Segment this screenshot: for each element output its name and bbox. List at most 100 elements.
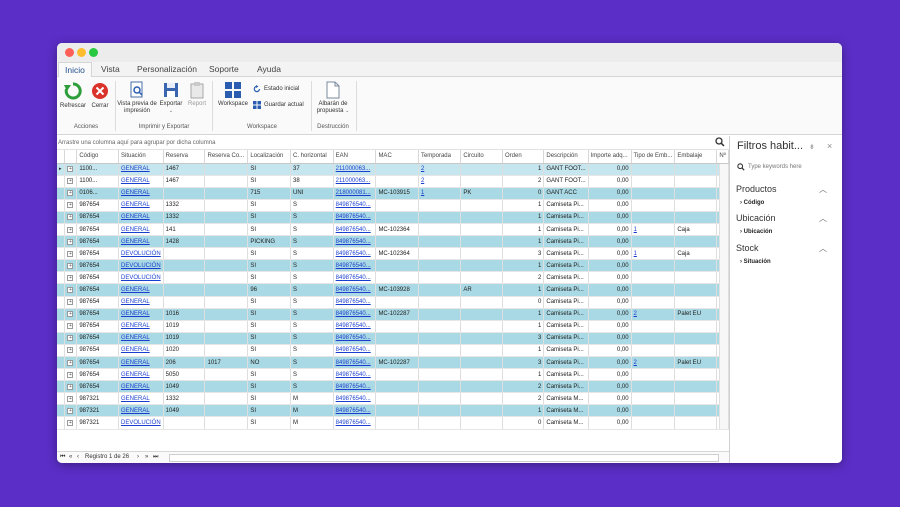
column-header[interactable]: Temporada: [418, 150, 462, 164]
table-cell[interactable]: 849876540...: [333, 416, 377, 430]
first-record-icon[interactable]: ⏮: [60, 454, 65, 461]
albaran-button[interactable]: Albarán de propuesta ⌄: [313, 81, 353, 115]
table-cell[interactable]: 2: [418, 175, 462, 188]
chevron-up-icon[interactable]: ︿: [819, 213, 827, 224]
expand-row-icon[interactable]: +: [67, 407, 74, 414]
chevron-up-icon[interactable]: ︿: [819, 184, 827, 195]
column-header[interactable]: Circuito: [460, 150, 503, 164]
column-header[interactable]: Código: [76, 150, 119, 164]
table-cell[interactable]: 2: [418, 163, 462, 176]
table-row[interactable]: +987654 GENERAL 1428 PICKING S 849876540... 1 C…: [57, 235, 729, 249]
table-cell[interactable]: GENERAL: [118, 187, 164, 200]
expand-row-icon[interactable]: +: [67, 238, 74, 245]
exportar-button[interactable]: Exportar ⌄: [157, 81, 185, 115]
table-cell[interactable]: 849876540...: [333, 223, 377, 237]
tab-inicio[interactable]: Inicio: [58, 62, 92, 78]
next-record-icon[interactable]: ›: [137, 454, 139, 460]
search-icon[interactable]: [715, 137, 725, 147]
table-cell[interactable]: GENERAL: [118, 344, 164, 358]
table-cell[interactable]: GENERAL: [118, 163, 164, 176]
table-cell[interactable]: GENERAL: [118, 320, 164, 333]
table-row[interactable]: +987654 GENERAL 1016 SI S 849876540... MC-1022…: [57, 308, 729, 321]
table-cell[interactable]: 849876540...: [333, 308, 377, 321]
chevron-up-icon[interactable]: ︿: [819, 243, 827, 254]
column-header[interactable]: Reserva Co...: [204, 150, 249, 164]
table-cell[interactable]: 218000081...: [333, 187, 377, 200]
vista-previa-button[interactable]: Vista previa de impresión: [117, 81, 157, 115]
close-icon[interactable]: ×: [827, 141, 832, 151]
report-button[interactable]: Report: [185, 81, 209, 108]
estado-inicial-button[interactable]: Estado inicial: [253, 85, 299, 93]
expand-row-icon[interactable]: +: [67, 335, 74, 342]
table-cell[interactable]: DEVOLUCIÓN: [118, 247, 164, 261]
table-row[interactable]: +987321 DEVOLUCIÓN SI M 849876540... 0 Camiset…: [57, 416, 729, 430]
tab-soporte[interactable]: Soporte: [209, 64, 239, 74]
table-row[interactable]: +987654 GENERAL 1332 SI S 849876540... 1 Camise…: [57, 211, 729, 224]
expand-row-icon[interactable]: +: [67, 262, 74, 269]
table-cell[interactable]: 849876540...: [333, 199, 377, 212]
column-header[interactable]: Situación: [118, 150, 164, 164]
table-row[interactable]: +987654 GENERAL 1049 SI S 849876540... 2 Camise…: [57, 380, 729, 394]
expand-row-icon[interactable]: +: [67, 250, 74, 257]
guardar-actual-button[interactable]: Guardar actual: [253, 101, 304, 109]
table-cell[interactable]: 849876540...: [333, 271, 377, 285]
table-row[interactable]: ▸ +1100... GENERAL 1467 SI 37 211000063... 2 1 GA…: [57, 163, 729, 176]
column-header[interactable]: EAN: [333, 150, 377, 164]
table-cell[interactable]: 849876540...: [333, 211, 377, 224]
table-cell[interactable]: 211000063...: [333, 175, 377, 188]
table-cell[interactable]: GENERAL: [118, 235, 164, 249]
column-header[interactable]: Localización: [247, 150, 291, 164]
expand-row-icon[interactable]: +: [67, 420, 74, 427]
table-cell[interactable]: GENERAL: [118, 392, 164, 406]
expand-row-icon[interactable]: +: [67, 323, 74, 330]
table-cell[interactable]: GENERAL: [118, 175, 164, 188]
table-cell[interactable]: 849876540...: [333, 332, 377, 345]
filter-item-situacion[interactable]: › Situación: [740, 259, 771, 265]
expand-row-icon[interactable]: +: [67, 274, 74, 281]
prev-page-icon[interactable]: «: [69, 454, 72, 460]
table-row[interactable]: +987654 GENERAL 141 SI S 849876540... MC-10236…: [57, 223, 729, 237]
table-cell[interactable]: DEVOLUCIÓN: [118, 259, 164, 273]
horizontal-scrollbar[interactable]: [169, 454, 719, 462]
table-cell[interactable]: GENERAL: [118, 356, 164, 370]
table-cell[interactable]: 211000063...: [333, 163, 377, 176]
table-cell[interactable]: 2: [631, 308, 676, 321]
table-cell[interactable]: GENERAL: [118, 199, 164, 212]
expand-row-icon[interactable]: +: [67, 178, 74, 185]
table-row[interactable]: +1100... GENERAL 1467 SI 38 211000063... 2 2 GAN…: [57, 175, 729, 188]
table-cell[interactable]: 1: [631, 223, 676, 237]
table-row[interactable]: +987654 GENERAL 1019 SI S 849876540... 1 Camise…: [57, 320, 729, 333]
table-cell[interactable]: GENERAL: [118, 380, 164, 394]
expand-row-icon[interactable]: +: [67, 299, 74, 306]
prev-record-icon[interactable]: ‹: [77, 454, 79, 460]
table-cell[interactable]: 2: [631, 356, 676, 370]
table-cell[interactable]: 1: [418, 187, 462, 200]
table-cell[interactable]: GENERAL: [118, 332, 164, 345]
table-row[interactable]: +987654 GENERAL 1019 SI S 849876540... 3 Camise…: [57, 332, 729, 345]
table-cell[interactable]: 849876540...: [333, 320, 377, 333]
vertical-scrollbar[interactable]: [719, 164, 728, 429]
table-cell[interactable]: 849876540...: [333, 235, 377, 249]
table-cell[interactable]: 849876540...: [333, 356, 377, 370]
table-row[interactable]: +987654 GENERAL 96 S 849876540... MC-103928 AR…: [57, 283, 729, 297]
expand-row-icon[interactable]: +: [67, 190, 74, 197]
table-cell[interactable]: 849876540...: [333, 404, 377, 418]
table-cell[interactable]: GENERAL: [118, 308, 164, 321]
table-row[interactable]: +987654 GENERAL 1332 SI S 849876540... 1 Camise…: [57, 199, 729, 212]
expand-row-icon[interactable]: +: [67, 166, 74, 173]
expand-row-icon[interactable]: +: [67, 202, 74, 209]
expand-row-icon[interactable]: +: [67, 395, 74, 402]
filters-search[interactable]: Type keywords here: [737, 163, 802, 171]
column-header[interactable]: C. horizontal: [290, 150, 334, 164]
table-row[interactable]: +987654 DEVOLUCIÓN SI S 849876540... MC-10236…: [57, 247, 729, 261]
column-header[interactable]: Orden: [502, 150, 545, 164]
table-cell[interactable]: 849876540...: [333, 296, 377, 309]
group-by-panel[interactable]: Arrastre una columna aquí para agrupar p…: [57, 136, 729, 150]
expand-row-icon[interactable]: +: [67, 371, 74, 378]
tab-ayuda[interactable]: Ayuda: [257, 64, 281, 74]
table-cell[interactable]: 849876540...: [333, 380, 377, 394]
table-row[interactable]: +987654 DEVOLUCIÓN SI S 849876540... 1 Camiset…: [57, 259, 729, 273]
filter-item-ubicacion[interactable]: › Ubicación: [740, 229, 772, 235]
close-window-button[interactable]: [65, 48, 74, 57]
section-productos[interactable]: Productos: [736, 184, 777, 194]
